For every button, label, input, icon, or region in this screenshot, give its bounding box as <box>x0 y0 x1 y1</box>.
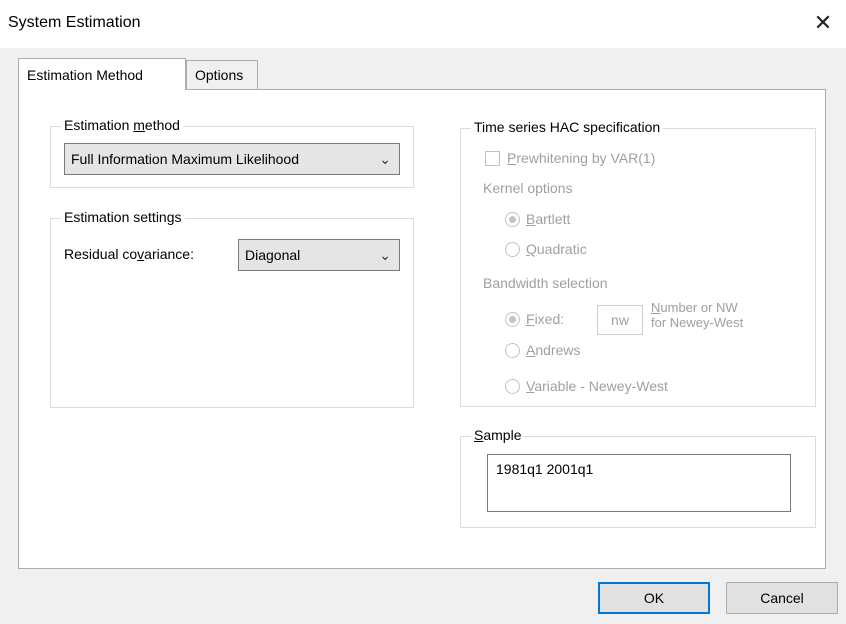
kernel-options-label: Kernel options <box>483 180 573 196</box>
prewhitening-label: Prewhitening by VAR(1) <box>507 150 656 166</box>
estimation-method-select[interactable]: Full Information Maximum Likelihood ⌄ <box>64 143 400 175</box>
estimation-method-group: Estimation method Full Information Maxim… <box>50 117 414 188</box>
chevron-down-icon: ⌄ <box>379 151 391 167</box>
fixed-label: Fixed: <box>526 311 565 327</box>
cancel-button[interactable]: Cancel <box>726 582 838 614</box>
estimation-settings-group: Estimation settings Residual covariance:… <box>50 209 414 408</box>
window-title: System Estimation <box>8 14 141 31</box>
hac-specification-group-label: Time series HAC specification <box>471 119 664 135</box>
nw-bandwidth-input[interactable]: nw <box>597 305 643 335</box>
sample-input[interactable]: 1981q1 2001q1 <box>487 454 791 512</box>
nw-hint-line2: for Newey-West <box>651 315 744 330</box>
bartlett-label: Bartlett <box>526 211 571 227</box>
title-bar: System Estimation ✕ <box>0 0 846 48</box>
prewhitening-checkbox[interactable] <box>485 151 500 166</box>
andrews-label: Andrews <box>526 342 581 358</box>
sample-group-label: Sample <box>471 427 525 443</box>
residual-covariance-select[interactable]: Diagonal ⌄ <box>238 239 400 271</box>
variable-newey-west-label: Variable - Newey-West <box>526 378 668 394</box>
residual-covariance-label: Residual covariance: <box>64 246 194 262</box>
tab-panel: Estimation method Full Information Maxim… <box>18 89 826 569</box>
bandwidth-selection-label: Bandwidth selection <box>483 275 608 291</box>
quadratic-label: Quadratic <box>526 241 587 257</box>
sample-group: Sample 1981q1 2001q1 <box>460 427 816 528</box>
ok-button[interactable]: OK <box>598 582 710 614</box>
tab-estimation-method[interactable]: Estimation Method <box>18 58 186 90</box>
bartlett-radio[interactable] <box>505 212 520 227</box>
andrews-radio[interactable] <box>505 343 520 358</box>
chevron-down-icon: ⌄ <box>379 247 391 263</box>
quadratic-radio[interactable] <box>505 242 520 257</box>
nw-hint-line1: Number or NW <box>651 300 738 315</box>
estimation-method-value: Full Information Maximum Likelihood <box>71 151 299 167</box>
estimation-settings-group-label: Estimation settings <box>61 209 185 225</box>
close-icon[interactable]: ✕ <box>810 10 836 36</box>
tab-options[interactable]: Options <box>186 60 258 90</box>
estimation-method-group-label: Estimation method <box>61 117 183 133</box>
residual-covariance-value: Diagonal <box>245 247 301 263</box>
variable-newey-west-radio[interactable] <box>505 379 520 394</box>
hac-specification-group: Time series HAC specification Prewhiteni… <box>460 119 816 407</box>
fixed-radio[interactable] <box>505 312 520 327</box>
